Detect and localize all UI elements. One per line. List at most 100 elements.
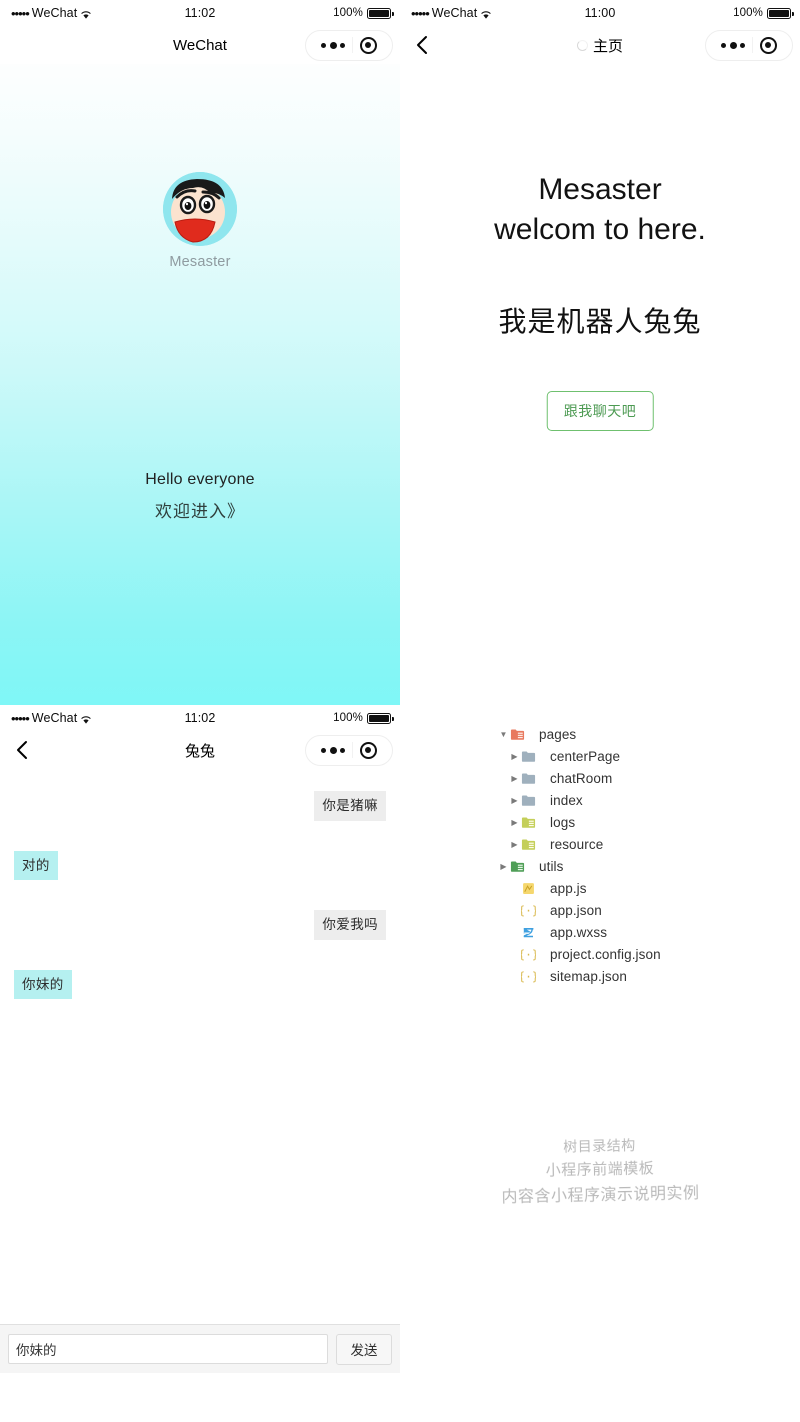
panel-chatroom: ••••• WeChat 11:02 100% 兔兔 你是猪嘛 对的 你爱我吗 …: [0, 705, 400, 1422]
target-circle-icon[interactable]: [359, 36, 377, 54]
bubble-incoming[interactable]: 你妹的: [14, 969, 72, 1000]
folder-red-icon: [510, 727, 532, 742]
tree-node-label: chatRoom: [550, 770, 613, 786]
tree-folder-row[interactable]: ▶ logs: [497, 811, 800, 833]
tree-folder-row[interactable]: ▶ resource: [497, 833, 800, 855]
panel-home: ••••• WeChat 11:00 100% 主页 Mesaster welc…: [400, 0, 800, 705]
target-circle-icon[interactable]: [359, 741, 377, 759]
file-explorer: ▼ pages ▶ centerPage ▶ chatRoom ▶ index ▶ logs ▶ re…: [400, 705, 800, 1422]
message-input[interactable]: 你妹的: [8, 1334, 328, 1364]
file-tree: ▼ pages ▶ centerPage ▶ chatRoom ▶ index ▶ logs ▶ re…: [400, 723, 800, 987]
wxss-file-icon: [521, 925, 543, 940]
home-title: Mesaster welcom to here.: [400, 170, 800, 249]
message-list: 你是猪嘛对的你爱我吗你妹的 你妹的 发送: [0, 769, 400, 1373]
tree-node-label: sitemap.json: [550, 968, 627, 984]
twisty-down-icon[interactable]: ▼: [497, 730, 510, 739]
more-dots-icon[interactable]: [721, 41, 746, 49]
nav-bar-welcome: WeChat: [0, 26, 400, 64]
wechat-capsule-welcome[interactable]: [305, 29, 393, 61]
shinchan-avatar-svg: [163, 172, 237, 246]
tree-file-row[interactable]: app.wxss: [497, 921, 800, 943]
bubble-outgoing[interactable]: 你是猪嘛: [314, 791, 386, 821]
capsule-divider: [351, 742, 353, 758]
svg-text:{·}: {·}: [521, 970, 536, 983]
panel-welcome: ••••• WeChat 11:02 100% WeChat Mesaster …: [0, 0, 400, 705]
tree-node-label: utils: [539, 858, 564, 874]
chat-input-bar: 你妹的 发送: [0, 1324, 400, 1373]
tree-node-label: resource: [550, 836, 604, 852]
welcome-chinese-text: 欢迎进入》: [155, 502, 245, 521]
wechat-capsule-chatroom[interactable]: [305, 734, 393, 766]
message-row: 你妹的: [14, 969, 392, 1000]
message-row: 你是猪嘛: [8, 791, 386, 821]
folder-yellow-icon: [521, 815, 543, 830]
shinchan-avatar-icon[interactable]: [163, 172, 237, 246]
twisty-right-icon[interactable]: ▶: [508, 818, 521, 827]
tree-node-label: app.json: [550, 902, 602, 918]
status-bar-welcome: ••••• WeChat 11:02 100%: [0, 0, 400, 26]
send-button[interactable]: 发送: [336, 1333, 392, 1365]
twisty-right-icon[interactable]: ▶: [508, 796, 521, 805]
target-circle-icon[interactable]: [759, 36, 777, 54]
twisty-right-icon[interactable]: ▶: [497, 862, 510, 871]
tree-node-label: logs: [550, 814, 576, 830]
twisty-right-icon[interactable]: ▶: [508, 774, 521, 783]
home-subtitle: 我是机器人兔兔: [498, 306, 702, 337]
nav-bar-home: 主页: [400, 26, 800, 64]
folder-yellow-icon: [521, 837, 543, 852]
battery-percent: 100%: [333, 7, 363, 19]
welcome-english-text: Hello everyone: [145, 471, 255, 488]
nav-bar-chatroom: 兔兔: [0, 731, 400, 769]
screenshot-root: ••••• WeChat 11:02 100% WeChat Mesaster …: [0, 0, 800, 1422]
nav-title-text: 主页: [592, 37, 623, 55]
bubble-incoming[interactable]: 对的: [14, 850, 58, 881]
message-row: 对的: [14, 850, 392, 881]
tree-folder-row[interactable]: ▶ utils: [497, 855, 800, 877]
message-row: 你爱我吗: [8, 910, 386, 940]
status-right: 100%: [333, 7, 394, 19]
twisty-right-icon[interactable]: ▶: [508, 840, 521, 849]
tree-file-row[interactable]: app.js: [497, 877, 800, 899]
battery-icon: [367, 7, 394, 19]
json-file-icon: {·}: [521, 947, 543, 962]
capsule-divider: [751, 37, 753, 53]
tree-node-label: centerPage: [550, 748, 621, 764]
status-right: 100%: [733, 7, 794, 19]
panel-filetree: ▼ pages ▶ centerPage ▶ chatRoom ▶ index ▶ logs ▶ re…: [400, 705, 800, 1422]
json-file-icon: {·}: [521, 969, 543, 984]
battery-icon: [367, 712, 394, 724]
wechat-capsule-home[interactable]: [705, 29, 793, 61]
capsule-divider: [351, 37, 353, 53]
folder-blue-icon: [521, 793, 543, 808]
avatar-block: Mesaster: [0, 172, 400, 270]
battery-percent: 100%: [333, 712, 363, 724]
welcome-text-block: Hello everyone 欢迎进入》: [0, 471, 400, 522]
tree-file-row[interactable]: {·} project.config.json: [497, 943, 800, 965]
bubble-outgoing[interactable]: 你爱我吗: [314, 910, 386, 940]
more-dots-icon[interactable]: [321, 746, 346, 754]
status-right: 100%: [333, 712, 394, 724]
tree-file-row[interactable]: {·} sitemap.json: [497, 965, 800, 987]
tree-node-label: project.config.json: [550, 946, 661, 962]
status-bar-chatroom: ••••• WeChat 11:02 100%: [0, 705, 400, 731]
json-file-icon: {·}: [521, 903, 543, 918]
tree-folder-row[interactable]: ▶ index: [497, 789, 800, 811]
nav-title-text: 兔兔: [184, 742, 215, 760]
tree-node-label: index: [550, 792, 583, 808]
tree-file-row[interactable]: {·} app.json: [497, 899, 800, 921]
home-body: Mesaster welcom to here. 我是机器人兔兔 跟我聊天吧: [400, 64, 800, 705]
chat-with-me-button[interactable]: 跟我聊天吧: [546, 391, 654, 431]
status-bar-home: ••••• WeChat 11:00 100%: [400, 0, 800, 26]
svg-text:{·}: {·}: [521, 904, 536, 917]
watermark-text: 树目录结构 小程序前端模板 内容含小程序演示说明实例: [400, 1131, 800, 1214]
tree-folder-row[interactable]: ▼ pages: [497, 723, 800, 745]
folder-blue-icon: [521, 749, 543, 764]
tree-folder-row[interactable]: ▶ chatRoom: [497, 767, 800, 789]
tree-node-label: app.js: [550, 880, 587, 896]
nav-title-text: WeChat: [173, 36, 227, 54]
tree-node-label: app.wxss: [550, 924, 608, 940]
battery-icon: [767, 7, 794, 19]
twisty-right-icon[interactable]: ▶: [508, 752, 521, 761]
tree-folder-row[interactable]: ▶ centerPage: [497, 745, 800, 767]
more-dots-icon[interactable]: [321, 41, 346, 49]
